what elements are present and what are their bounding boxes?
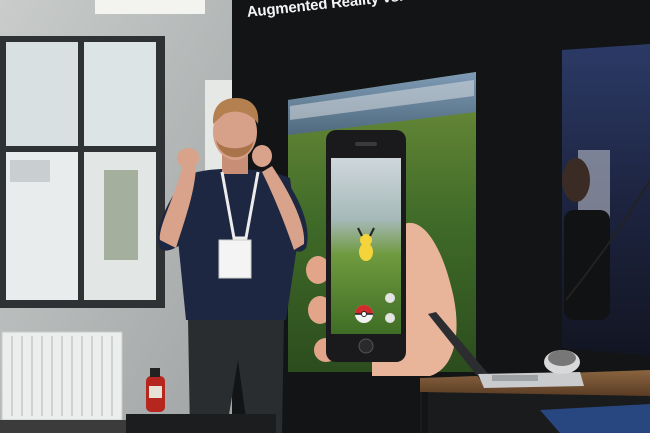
ceiling-light: [95, 0, 205, 14]
radiator-icon: [1, 331, 123, 421]
clicker-device-icon: [544, 350, 580, 374]
stage-monitor: [126, 414, 276, 433]
window-icon: [0, 36, 165, 308]
side-screen: [562, 44, 650, 356]
photo-scene: [0, 0, 650, 433]
conference-photo: Augmented Reality vs. Virtual Reality: [0, 0, 650, 433]
